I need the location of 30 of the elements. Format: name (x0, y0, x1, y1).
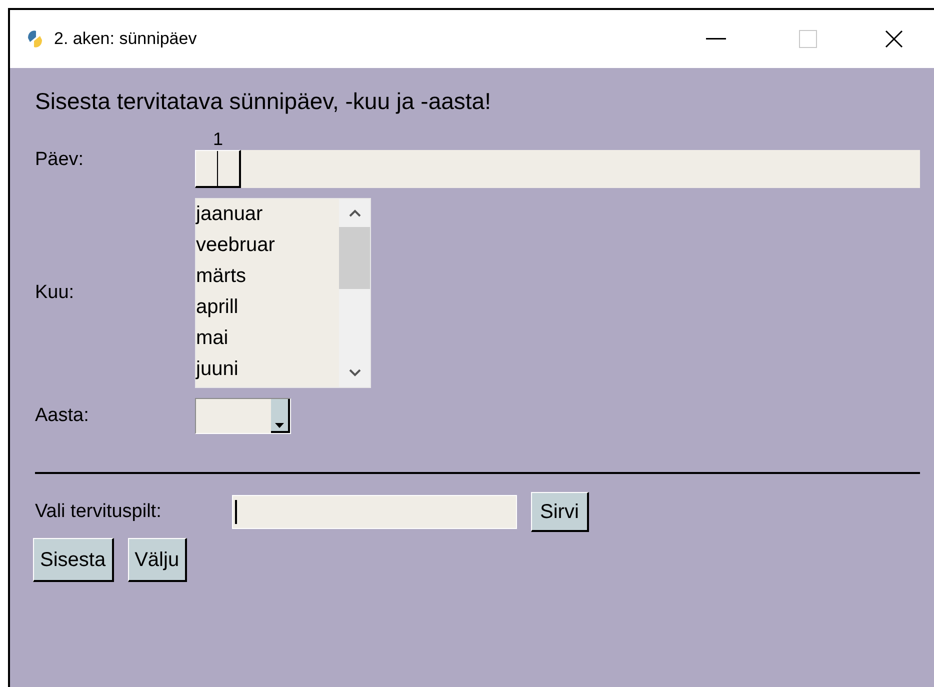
heading: Sisesta tervitatava sünnipäev, -kuu ja -aasta! (35, 87, 491, 116)
list-item[interactable]: aprill (196, 292, 238, 323)
field-label: Kuu: (35, 280, 76, 305)
list-item[interactable]: märts (196, 261, 246, 292)
field-label: Aasta: (35, 404, 90, 428)
field-label: Päev: (35, 148, 85, 172)
minimize-icon (706, 38, 726, 40)
browse-button[interactable]: Sirvi (531, 492, 589, 532)
field-label: Vali tervituspilt: (35, 500, 162, 524)
dropdown-button[interactable] (271, 399, 290, 433)
close-icon (885, 30, 903, 48)
year-combobox[interactable] (195, 398, 291, 434)
scrollbar[interactable] (339, 199, 370, 387)
caret-icon (275, 423, 284, 428)
list-item[interactable]: mai (196, 323, 228, 354)
action-button[interactable]: Välju (128, 538, 188, 582)
maximize-icon (799, 30, 817, 48)
slider-thumb[interactable] (195, 150, 241, 188)
slider-value: 1 (213, 128, 223, 150)
month-listbox[interactable]: jaanuar veebruar märts aprill mai juuni (195, 198, 371, 388)
window-title: 2. aken: sünnipäev (54, 28, 197, 50)
action-button[interactable]: Sisesta (33, 538, 114, 582)
scroll-thumb[interactable] (339, 227, 370, 289)
scroll-up-icon (348, 209, 360, 217)
list-item[interactable]: veebruar (196, 230, 275, 261)
list-item[interactable]: jaanuar (196, 199, 263, 230)
list-item[interactable]: juuni (196, 354, 238, 385)
scroll-down-icon (348, 369, 360, 377)
file-input[interactable] (232, 495, 517, 529)
slider-track[interactable] (195, 150, 920, 188)
